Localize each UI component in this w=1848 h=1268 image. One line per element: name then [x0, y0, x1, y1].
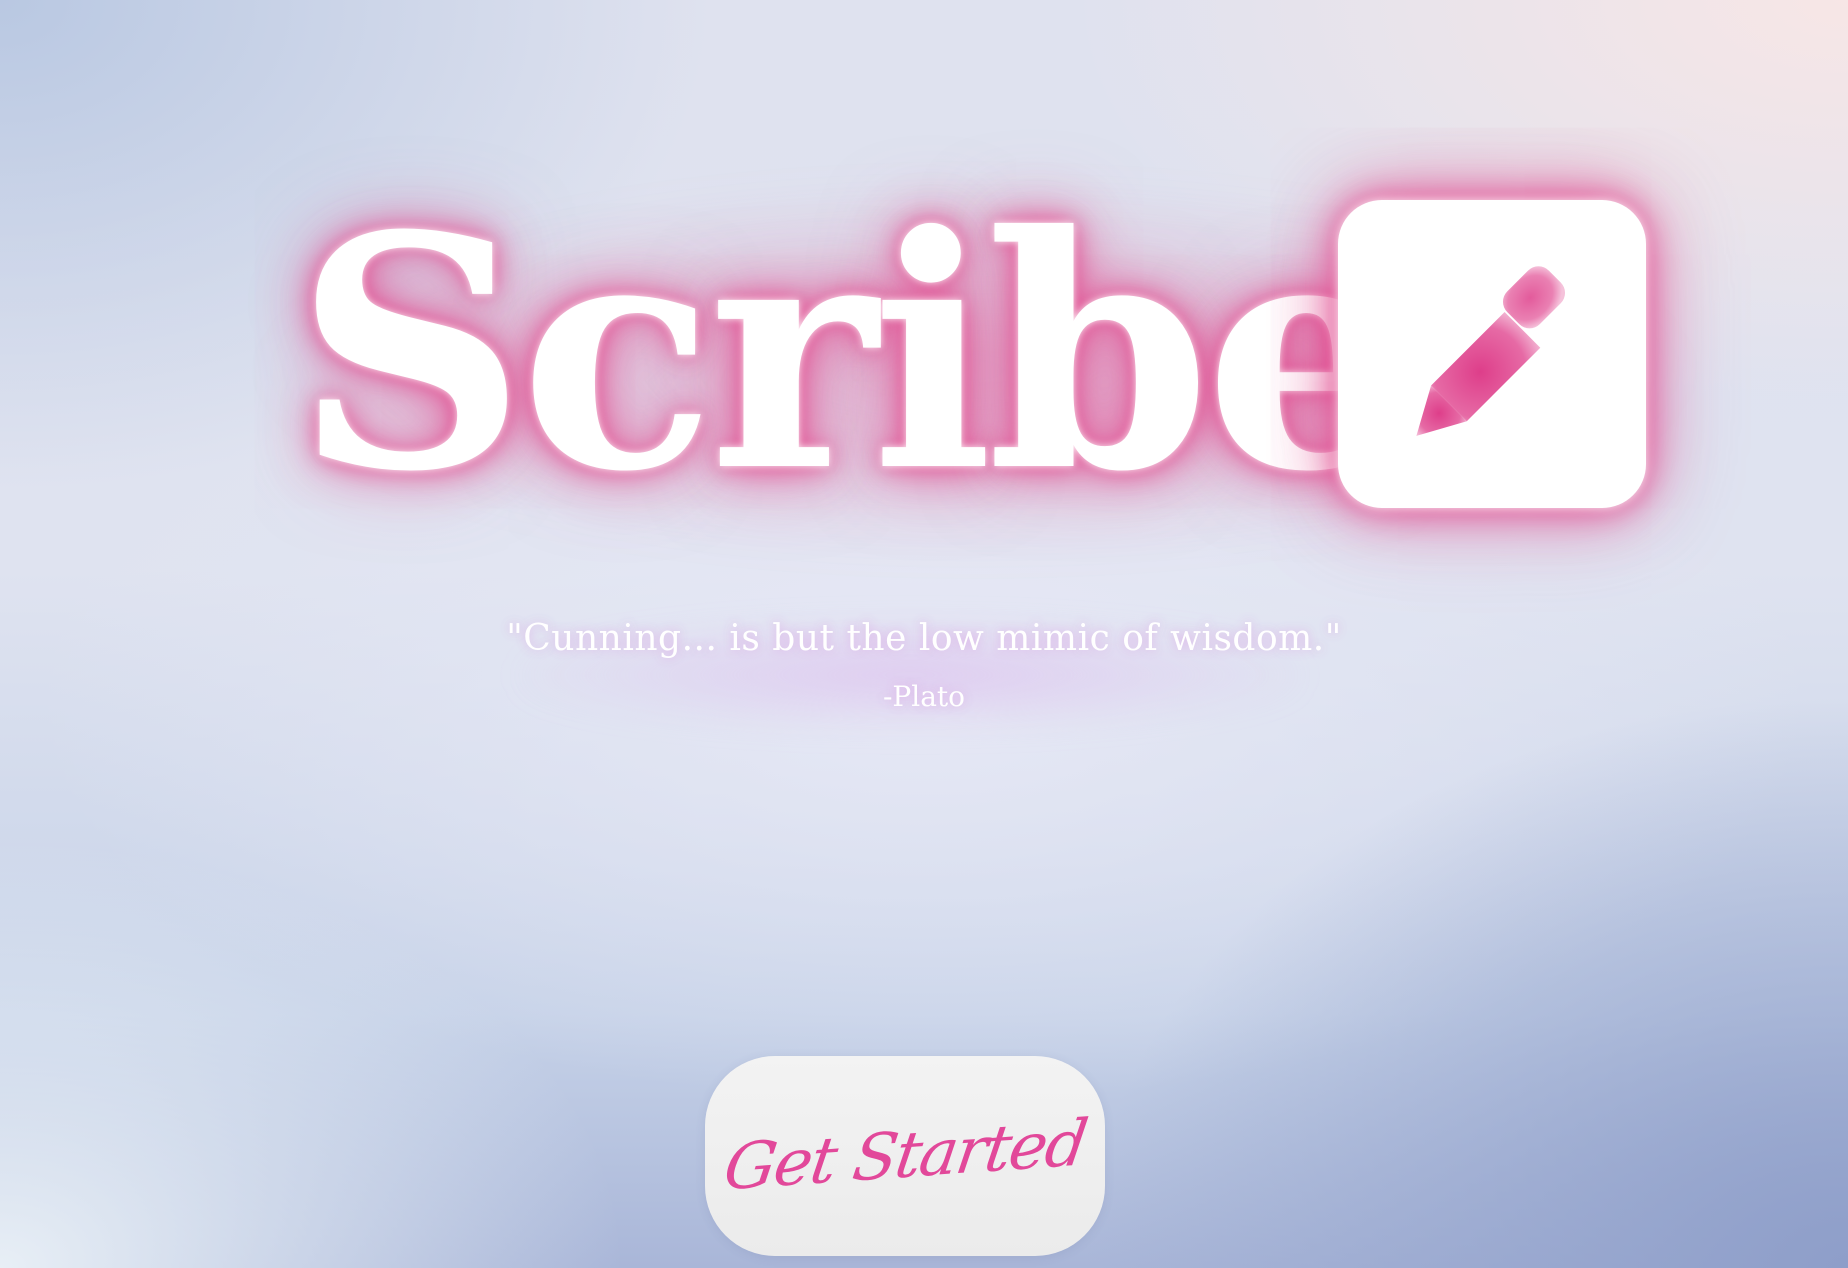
get-started-button[interactable]: Get Started	[705, 1056, 1105, 1256]
quote-text: "Cunning... is but the low mimic of wisd…	[506, 618, 1342, 659]
app-logo	[1338, 200, 1646, 508]
get-started-label: Get Started	[719, 1106, 1091, 1206]
quote-author: -Plato	[882, 680, 966, 713]
landing-page: Scribe "Cunning... is but the low mimic …	[0, 0, 1848, 1268]
app-title: Scribe	[295, 167, 1408, 542]
pencil-square-icon	[1416, 266, 1566, 436]
